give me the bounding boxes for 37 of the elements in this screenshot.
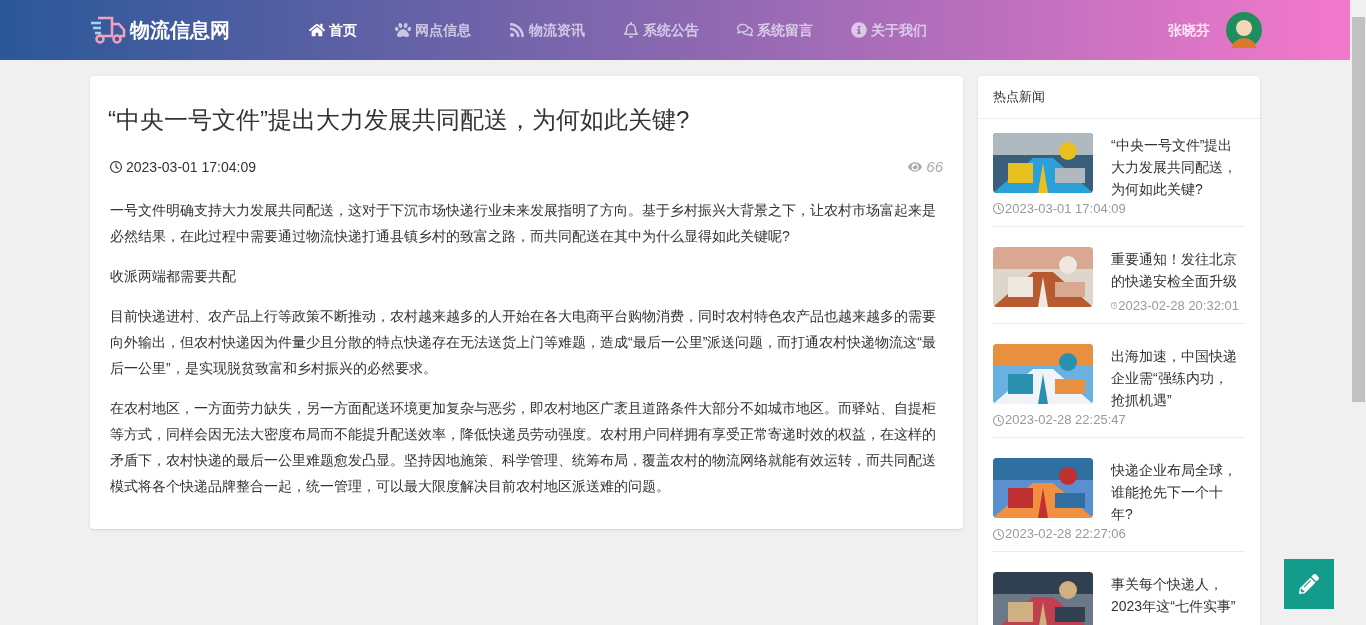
- publish-date: 2023-03-01 17:04:09: [126, 157, 256, 177]
- news-link[interactable]: 重要通知！发往北京的快递安检全面升级: [1111, 247, 1239, 292]
- rss-icon: [509, 22, 525, 38]
- bell-icon: [623, 22, 639, 38]
- news-date: 2023-02-28 22:27:06: [1005, 525, 1126, 544]
- nav-link[interactable]: 网点信息: [395, 19, 471, 41]
- article-paragraph: 收派两端都需要共配: [110, 266, 237, 286]
- clock-icon: [993, 203, 1004, 214]
- chat-bubbles-icon: [737, 22, 753, 38]
- clock-icon: [1111, 299, 1118, 311]
- home-icon: [309, 22, 325, 38]
- clock-icon: [993, 528, 1004, 540]
- news-link[interactable]: 出海加速，中国快递企业需“强练内功，抢抓机遇”: [1111, 345, 1239, 411]
- site-logo: 物流信息网: [130, 18, 230, 43]
- news-date: 2023-02-28 22:25:47: [1005, 411, 1126, 430]
- panel-title: 热点新闻: [978, 76, 1260, 119]
- truck-icon: [90, 14, 126, 46]
- eye-icon: [908, 160, 923, 175]
- view-count: 66: [926, 157, 943, 177]
- clock-icon: [993, 414, 1004, 426]
- news-link[interactable]: 事关每个快递人，2023年这“七件实事”: [1111, 573, 1239, 617]
- article-paragraph: 目前快递进村、农产品上行等政策不断推动，农村越来越多的人开始在各大电商平台购物消费，同时农村特色农产品也越来越多的需要向外输出，但农村快递因为件量少且分散的特点快递存在无法送货上门等难题，造成“最后一公里”派送问题，而打通农村快递物流这“最后一公里”，是实现脱贫致富和乡村振兴的必然要求。: [110, 306, 937, 378]
- article-paragraph: 一号文件明确支持大力发展共同配送，这对于下沉市场快递行业未来发展指明了方向。基于乡村振兴大背景之下，让农村市场富起来是必然结果，在此过程中需要通过物流快递打通县镇乡村的致富之路，而共同配送在其中为什么显得如此关键呢?: [110, 200, 937, 246]
- nav-link[interactable]: 物流资讯: [509, 19, 585, 41]
- info-icon: [851, 22, 867, 38]
- avatar[interactable]: [1226, 12, 1262, 48]
- clock-icon: [110, 161, 122, 174]
- news-link[interactable]: 快递企业布局全球，谁能抢先下一个十年?: [1111, 459, 1239, 525]
- article-paragraph: 在农村地区，一方面劳力缺失，另一方面配送环境更加复杂与恶劣，即农村地区广袤且道路条件大部分不如城市地区。而驿站、自提柜等方式，同样会因无法大密度布局而不能提升配送效率，降低快递员劳动强度。农村用户同样拥有享受正常寄递时效的权益，在这样的矛盾下，农村快递的最后一公里难题愈发凸显。坚持因地施策、科学管理、统筹布局，覆盖农村的物流网络就能有效运转，而共同配送模式将各个快递品牌整合一起，统一管理，可以最大限度解决目前农村地区派送难的问题。: [110, 398, 937, 496]
- pencil-icon: [1299, 574, 1319, 594]
- news-date: 2023-02-28 20:32:01: [1118, 296, 1239, 315]
- news-link[interactable]: “中央一号文件”提出大力发展共同配送，为何如此关键?: [1111, 133, 1239, 200]
- nav-link[interactable]: 首页: [309, 19, 357, 41]
- news-date: 2023-03-01 17:04:09: [1005, 199, 1126, 218]
- edit-button[interactable]: [1284, 559, 1334, 609]
- article-title: “中央一号文件”提出大力发展共同配送，为何如此关键?: [108, 105, 691, 135]
- paw-icon: [395, 22, 411, 38]
